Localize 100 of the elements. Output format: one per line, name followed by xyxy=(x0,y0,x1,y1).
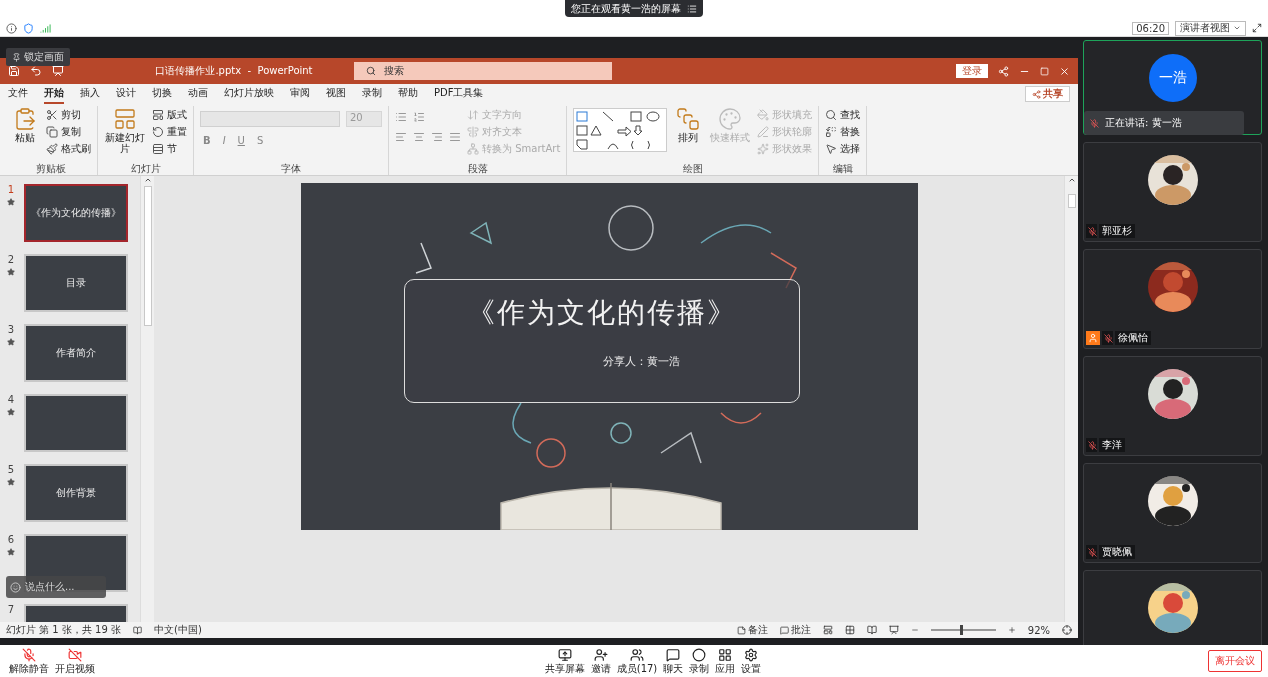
slide-thumbnail[interactable] xyxy=(24,394,128,452)
menu-tab[interactable]: 文件 xyxy=(8,84,28,104)
align-left-icon xyxy=(395,131,407,143)
ribbon-button[interactable]: 替换 xyxy=(825,124,861,139)
scroll-thumb[interactable] xyxy=(1067,194,1076,208)
close-icon[interactable] xyxy=(1059,65,1070,77)
ribbon-button[interactable]: 粘贴 xyxy=(10,106,40,144)
menu-tab[interactable]: 幻灯片放映 xyxy=(224,84,274,104)
sign-in-button[interactable]: 登录 xyxy=(956,64,988,78)
apps-icon xyxy=(718,648,733,662)
menu-tab[interactable]: 视图 xyxy=(326,84,346,104)
copy-icon xyxy=(46,125,58,138)
menu-tab[interactable]: 录制 xyxy=(362,84,382,104)
palette-icon xyxy=(718,107,743,131)
toolbar-button[interactable]: 录制 xyxy=(686,648,713,674)
share-icon xyxy=(1032,89,1041,99)
comments-button[interactable]: 批注 xyxy=(779,623,811,637)
toolbar-button[interactable]: 开启视频 xyxy=(52,648,98,674)
text-direction-icon xyxy=(467,108,479,121)
toolbar-button[interactable]: 解除静音 xyxy=(6,648,52,674)
slide-thumbnail[interactable]: 《作为文化的传播》 xyxy=(24,184,128,242)
reading-view-icon[interactable] xyxy=(866,625,877,635)
window-title: 口语传播作业.pptx - PowerPoint xyxy=(154,64,314,78)
fit-icon[interactable] xyxy=(1062,625,1072,635)
toolbar-button[interactable]: 应用 xyxy=(712,648,739,674)
add-user-icon xyxy=(593,648,608,662)
mic-off-icon xyxy=(1090,118,1099,128)
scroll-up-icon[interactable] xyxy=(143,176,152,184)
star-icon xyxy=(7,338,15,346)
caret-icon xyxy=(1233,24,1241,32)
fullscreen-icon[interactable] xyxy=(1252,23,1262,33)
zoom-thumb[interactable] xyxy=(960,625,963,635)
ribbon-button[interactable]: 排列 xyxy=(673,106,704,144)
zoom-in-icon[interactable] xyxy=(1007,626,1016,634)
star-icon xyxy=(7,408,15,416)
mic-off-icon xyxy=(1088,547,1097,557)
replace-icon xyxy=(825,125,838,138)
signal-icon xyxy=(40,22,51,34)
toolbar-button[interactable]: 聊天 xyxy=(660,648,687,674)
ribbon-button[interactable]: 格式刷 xyxy=(46,141,91,156)
menu-tab[interactable]: 帮助 xyxy=(398,84,418,104)
sparkles-icon xyxy=(757,142,770,155)
notes-button[interactable]: 备注 xyxy=(736,623,768,637)
menu-tab[interactable]: 审阅 xyxy=(290,84,310,104)
menu-tab[interactable]: 动画 xyxy=(188,84,208,104)
thumbnail-title: 目录 xyxy=(66,276,86,290)
reset-icon xyxy=(152,125,164,138)
maximize-icon[interactable] xyxy=(1040,66,1049,76)
normal-view-icon[interactable] xyxy=(822,625,833,635)
slide-thumbnail[interactable]: 创作背景 xyxy=(24,464,128,522)
meeting-timer: 06:20 xyxy=(1132,21,1169,35)
slide-thumbnail[interactable]: 目录 xyxy=(24,254,128,312)
slide-thumbnail[interactable]: 作者简介 xyxy=(24,324,128,382)
shapes-gallery[interactable] xyxy=(573,108,668,152)
search-icon xyxy=(366,66,376,76)
slide-number: 6 xyxy=(7,534,15,546)
chat-icon xyxy=(666,648,681,662)
slide-number: 1 xyxy=(7,184,15,196)
group-label: 剪贴板 xyxy=(34,162,67,175)
align-text-icon xyxy=(467,125,479,138)
ribbon-button[interactable]: 选择 xyxy=(825,141,861,156)
ribbon-button[interactable]: 节 xyxy=(152,141,187,156)
sorter-view-icon[interactable] xyxy=(844,625,855,635)
toolbar-button[interactable]: 设置 xyxy=(738,648,765,674)
scroll-thumb[interactable] xyxy=(143,186,152,326)
chat-field[interactable]: 说点什么... xyxy=(6,576,106,598)
slideshow-icon[interactable] xyxy=(888,625,899,635)
scroll-up-icon[interactable] xyxy=(1067,176,1076,184)
align-center-icon xyxy=(413,131,425,143)
toolbar-button[interactable]: 共享屏幕 xyxy=(541,648,588,674)
share-button[interactable]: 共享 xyxy=(1025,86,1070,102)
menu-icon[interactable] xyxy=(687,3,697,14)
view-mode-button[interactable]: 演讲者视图 xyxy=(1175,20,1246,36)
menu-tab[interactable]: 设计 xyxy=(116,84,136,104)
ribbon-button[interactable]: 重置 xyxy=(152,124,187,139)
toolbar-button[interactable]: 邀请 xyxy=(587,648,614,674)
pin-icon xyxy=(12,52,21,62)
info-icon[interactable] xyxy=(6,22,17,34)
leave-meeting-button[interactable]: 离开会议 xyxy=(1208,650,1262,672)
save-icon[interactable] xyxy=(8,65,20,77)
menu-tab[interactable]: 插入 xyxy=(80,84,100,104)
ribbon-button[interactable]: 剪切 xyxy=(46,107,91,122)
toolbar-button[interactable]: 成员(17) xyxy=(613,648,661,674)
ribbon-button[interactable]: 复制 xyxy=(46,124,91,139)
undo-icon[interactable] xyxy=(30,65,42,77)
ribbon-button[interactable]: 版式 xyxy=(152,107,187,122)
paintbrush-icon xyxy=(46,142,58,155)
ribbon-button[interactable]: 新建幻灯片 xyxy=(104,106,146,155)
slide-number: 3 xyxy=(7,324,15,336)
star-icon xyxy=(7,268,15,276)
group-label: 绘图 xyxy=(681,162,704,175)
search-field[interactable]: 搜索 xyxy=(354,62,612,80)
menu-tab[interactable]: 切换 xyxy=(152,84,172,104)
shield-icon[interactable] xyxy=(23,22,34,34)
ribbon-button[interactable]: 查找 xyxy=(825,107,861,122)
slideshow-icon[interactable] xyxy=(52,65,64,77)
slide-title: 《作为文化的传播》 xyxy=(466,295,737,331)
participant-name: 李洋 xyxy=(1099,438,1125,452)
menu-tab[interactable]: PDF工具集 xyxy=(434,84,484,104)
comments-icon xyxy=(779,625,789,635)
